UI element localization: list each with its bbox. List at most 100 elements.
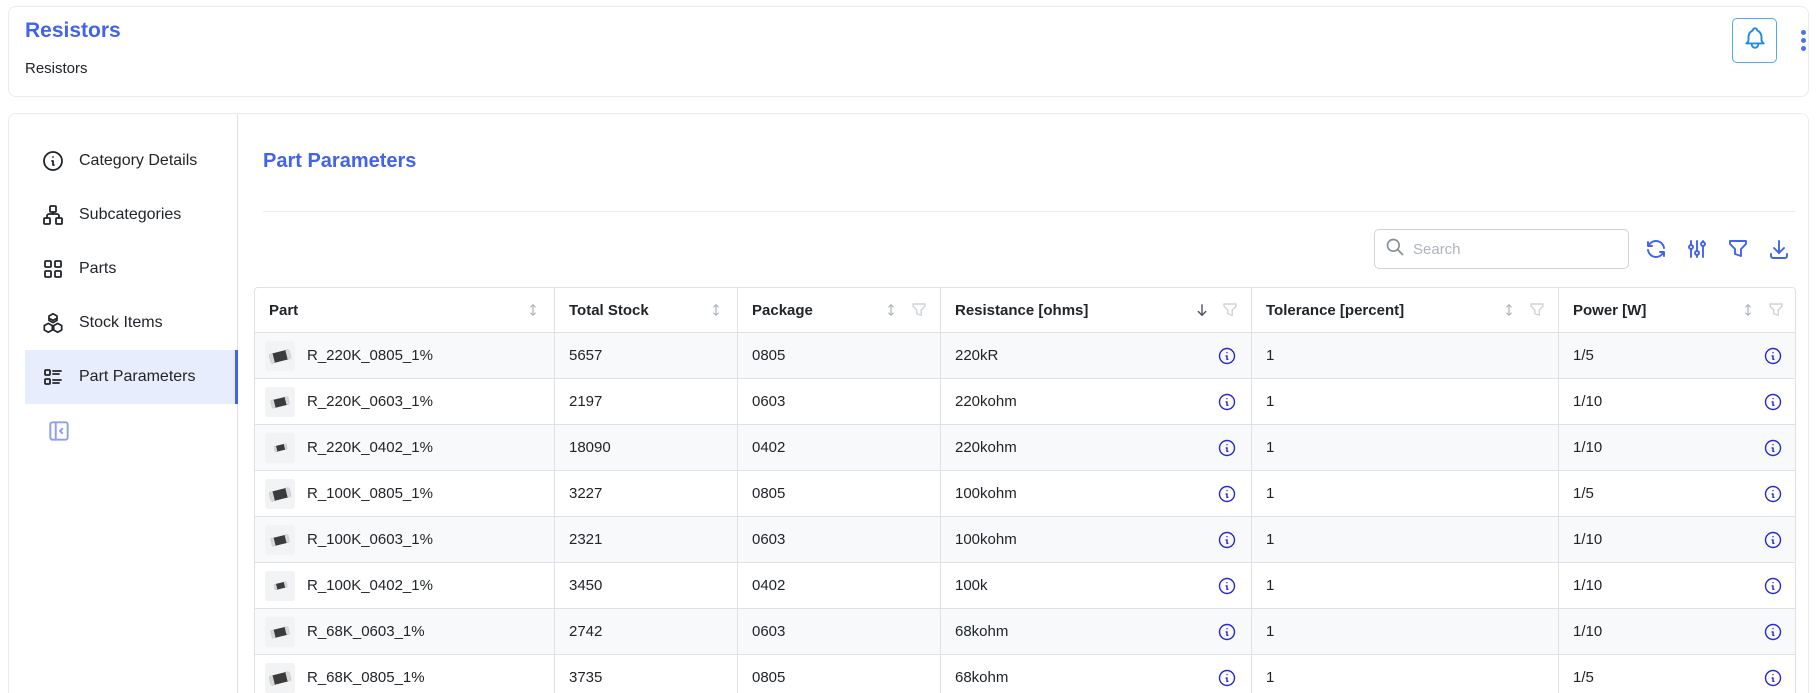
page-header: Resistors Resistors [8,6,1809,97]
sort-desc-icon[interactable] [1193,301,1211,319]
tolerance-value: 1 [1266,623,1274,640]
sort-icon[interactable] [707,301,725,319]
kebab-dot [1801,30,1806,35]
sort-icon[interactable] [524,301,542,319]
panel-sidebar: Category Details Subcategories Parts Sto… [9,114,238,693]
table-row[interactable]: R_220K_0402_1% 18090 0402 220kohm 1 1/10 [255,425,1795,471]
filter-button[interactable] [1726,237,1750,261]
info-icon[interactable] [1763,346,1783,366]
package-value: 0603 [752,623,785,640]
sidebar-collapse-icon [46,431,72,448]
info-icon[interactable] [1763,622,1783,642]
resistance-value: 100k [955,577,988,594]
part-name: R_100K_0805_1% [307,485,433,502]
part-thumbnail [265,617,295,647]
table-row[interactable]: R_220K_0805_1% 5657 0805 220kR 1 1/5 [255,333,1795,379]
info-icon[interactable] [1217,438,1237,458]
part-parameters-table: Part Total Stock Package Resistance [ohm… [254,287,1796,693]
total-stock-value: 18090 [569,439,611,456]
sidebar-item-stock-items[interactable]: Stock Items [25,296,237,350]
sidebar-item-label: Category Details [79,152,197,170]
info-icon[interactable] [1217,668,1237,688]
breadcrumb[interactable]: Resistors [25,60,88,77]
part-thumbnail [265,525,295,555]
column-header-part[interactable]: Part [255,288,555,332]
total-stock-value: 3735 [569,669,602,686]
sidebar-item-category-details[interactable]: Category Details [25,134,237,188]
package-value: 0805 [752,669,785,686]
sort-icon[interactable] [882,301,900,319]
column-filter-icon[interactable] [1221,301,1239,319]
info-icon[interactable] [1763,392,1783,412]
info-icon[interactable] [1217,530,1237,550]
info-icon[interactable] [1763,530,1783,550]
resistance-value: 100kohm [955,485,1017,502]
sidebar-item-label: Subcategories [79,206,181,224]
power-value: 1/5 [1573,485,1594,502]
info-icon[interactable] [1217,622,1237,642]
table-header-row: Part Total Stock Package Resistance [ohm… [255,288,1795,333]
column-header-tolerance-percent-[interactable]: Tolerance [percent] [1252,288,1559,332]
part-name: R_68K_0805_1% [307,669,425,686]
column-header-total-stock[interactable]: Total Stock [555,288,738,332]
resistance-value: 68kohm [955,623,1008,640]
part-thumbnail [265,571,295,601]
sort-icon[interactable] [1739,301,1757,319]
sidebar-collapse-button[interactable] [46,418,72,444]
part-name: R_220K_0402_1% [307,439,433,456]
table-row[interactable]: R_100K_0603_1% 2321 0603 100kohm 1 1/10 [255,517,1795,563]
more-menu-button[interactable] [1791,28,1815,53]
part-thumbnail [265,433,295,463]
column-header-package[interactable]: Package [738,288,941,332]
notifications-button[interactable] [1732,18,1777,63]
info-icon[interactable] [1763,438,1783,458]
table-row[interactable]: R_220K_0603_1% 2197 0603 220kohm 1 1/10 [255,379,1795,425]
power-value: 1/5 [1573,347,1594,364]
tolerance-value: 1 [1266,393,1274,410]
tolerance-value: 1 [1266,347,1274,364]
total-stock-value: 2742 [569,623,602,640]
sidebar-item-label: Part Parameters [79,368,195,386]
table-row[interactable]: R_68K_0603_1% 2742 0603 68kohm 1 1/10 [255,609,1795,655]
list-details-icon [41,365,65,389]
tolerance-value: 1 [1266,485,1274,502]
search-icon [1385,237,1405,262]
column-filter-icon[interactable] [1528,301,1546,319]
power-value: 1/10 [1573,439,1602,456]
info-icon[interactable] [1217,484,1237,504]
resistance-value: 100kohm [955,531,1017,548]
tolerance-value: 1 [1266,669,1274,686]
column-filter-icon[interactable] [910,301,928,319]
total-stock-value: 3450 [569,577,602,594]
table-row[interactable]: R_100K_0402_1% 3450 0402 100k 1 1/10 [255,563,1795,609]
info-icon[interactable] [1763,576,1783,596]
power-value: 1/5 [1573,669,1594,686]
search-input[interactable] [1413,241,1618,258]
package-value: 0805 [752,485,785,502]
part-name: R_100K_0402_1% [307,577,433,594]
power-value: 1/10 [1573,531,1602,548]
info-icon[interactable] [1217,576,1237,596]
panel-divider [263,211,1796,212]
adjustments-button[interactable] [1685,237,1709,261]
sidebar-item-parts[interactable]: Parts [25,242,237,296]
column-filter-icon[interactable] [1767,301,1785,319]
part-name: R_68K_0603_1% [307,623,425,640]
part-thumbnail [265,479,295,509]
refresh-button[interactable] [1644,237,1668,261]
column-header-resistance-ohms-[interactable]: Resistance [ohms] [941,288,1252,332]
total-stock-value: 2321 [569,531,602,548]
sort-icon[interactable] [1500,301,1518,319]
info-icon[interactable] [1217,346,1237,366]
table-row[interactable]: R_100K_0805_1% 3227 0805 100kohm 1 1/5 [255,471,1795,517]
info-icon[interactable] [1763,668,1783,688]
sidebar-item-subcategories[interactable]: Subcategories [25,188,237,242]
info-icon[interactable] [1217,392,1237,412]
sidebar-item-part-parameters[interactable]: Part Parameters [25,350,237,404]
package-value: 0805 [752,347,785,364]
part-thumbnail [265,341,295,371]
info-icon[interactable] [1763,484,1783,504]
table-row[interactable]: R_68K_0805_1% 3735 0805 68kohm 1 1/5 [255,655,1795,693]
column-header-power-w-[interactable]: Power [W] [1559,288,1796,332]
download-button[interactable] [1767,237,1791,261]
